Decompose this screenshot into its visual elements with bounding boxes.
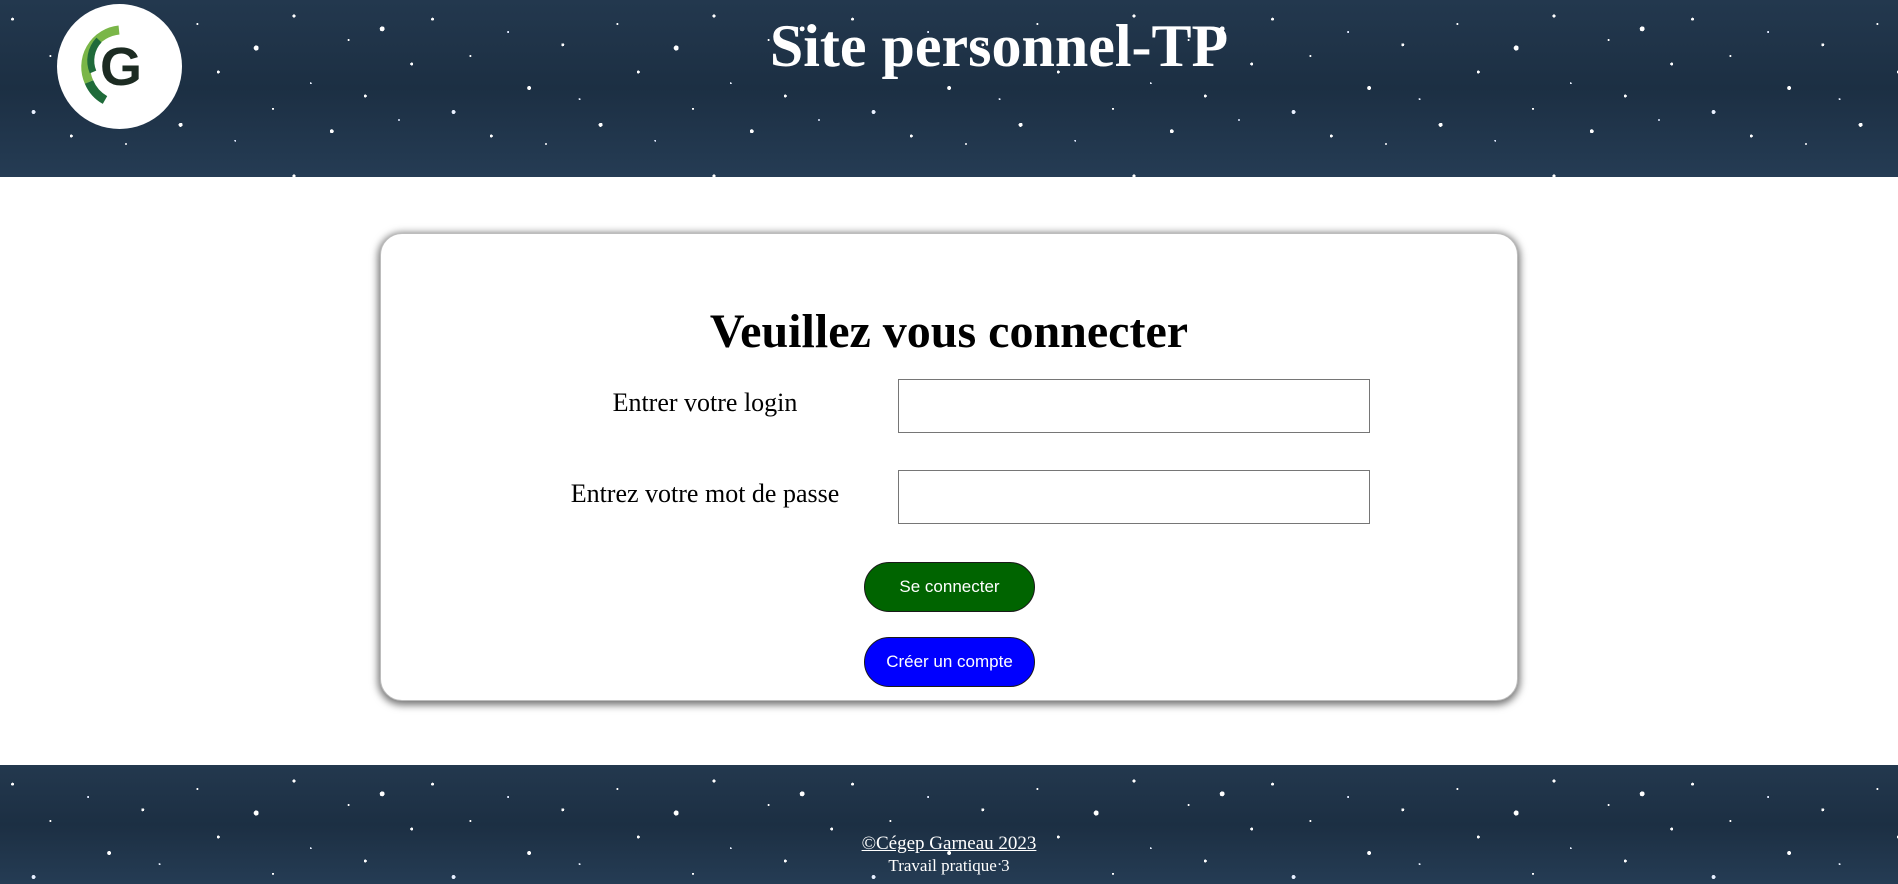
password-input[interactable]	[898, 470, 1370, 524]
login-button[interactable]: Se connecter	[864, 562, 1035, 612]
site-header: G Site personnel-TP	[0, 0, 1898, 177]
site-title: Site personnel-TP	[769, 13, 1229, 79]
site-footer: ©Cégep Garneau 2023 Travail pratique 3	[0, 765, 1898, 884]
copyright-link[interactable]: ©Cégep Garneau 2023	[0, 833, 1898, 855]
login-card: Veuillez vous connecter Entrer votre log…	[380, 233, 1518, 701]
login-label: Entrer votre login	[612, 388, 798, 417]
create-account-button[interactable]: Créer un compte	[864, 637, 1035, 687]
login-input[interactable]	[898, 379, 1370, 433]
password-label: Entrez votre mot de passe	[570, 479, 840, 508]
login-heading: Veuillez vous connecter	[709, 305, 1189, 358]
footer-subtitle: Travail pratique 3	[888, 856, 1010, 875]
